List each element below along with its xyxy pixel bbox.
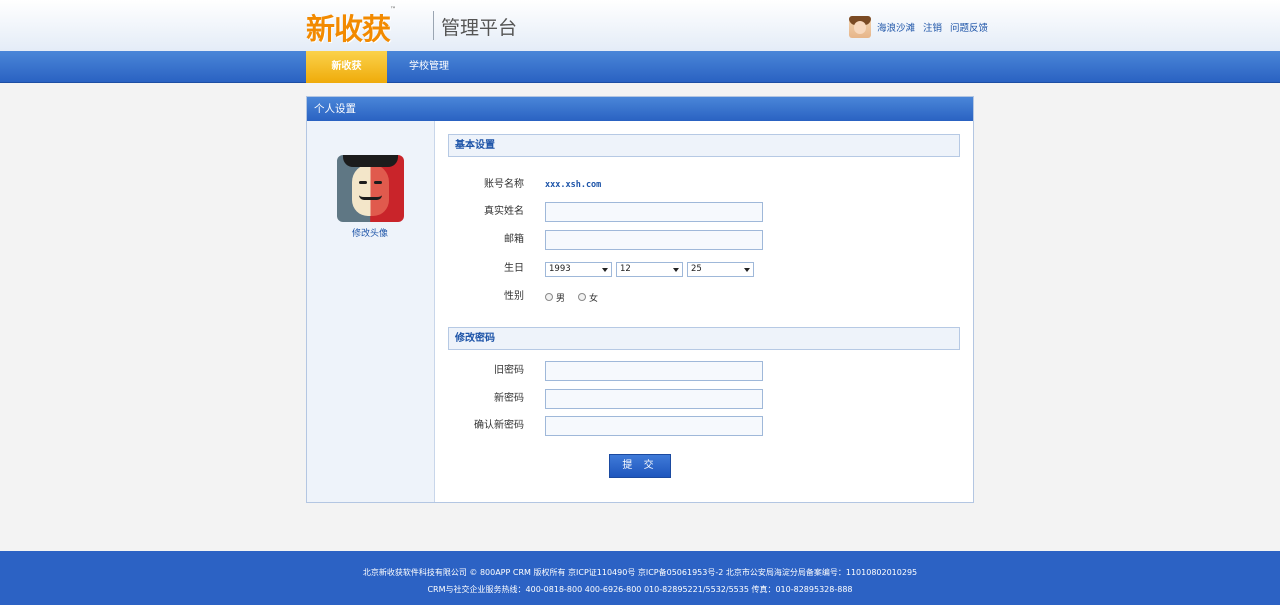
avatar-hat-shape — [343, 155, 398, 167]
birthday-day-select[interactable]: 25 — [687, 262, 754, 277]
chevron-down-icon — [744, 268, 750, 272]
new-password-row: 新密码 — [448, 388, 968, 410]
avatar-column: 修改头像 — [307, 121, 435, 502]
nav-item-school-management[interactable]: 学校管理 — [404, 51, 454, 83]
new-password-input[interactable] — [545, 389, 763, 409]
radio-female[interactable] — [578, 293, 586, 301]
account-label: 账号名称 — [484, 179, 524, 190]
account-value: xxx.xsh.com — [545, 180, 602, 190]
profile-avatar[interactable] — [337, 155, 404, 222]
gender-label: 性别 — [504, 291, 524, 302]
birthday-year-select[interactable]: 1993 — [545, 262, 612, 277]
user-area: 海浪沙滩 注销 问题反馈 — [849, 16, 996, 38]
change-avatar-link[interactable]: 修改头像 — [307, 226, 433, 239]
header-divider — [433, 11, 434, 40]
realname-row: 真实姓名 — [448, 201, 968, 223]
confirm-password-label: 确认新密码 — [474, 420, 524, 431]
chevron-down-icon — [673, 268, 679, 272]
footer-hotline: CRM与社交企业服务热线：400-0818-800 400-6926-800 0… — [427, 585, 853, 594]
top-header: 新收获™ 管理平台 海浪沙滩 注销 问题反馈 — [0, 0, 1280, 51]
submit-button[interactable]: 提 交 — [609, 454, 671, 478]
old-password-input[interactable] — [545, 361, 763, 381]
platform-title: 管理平台 — [441, 17, 518, 39]
birthday-month-select[interactable]: 12 — [616, 262, 683, 277]
gender-male-option[interactable]: 男 — [545, 286, 565, 308]
feedback-link[interactable]: 问题反馈 — [950, 20, 988, 34]
avatar-eye-shape — [374, 181, 382, 184]
avatar-eye-shape — [359, 181, 367, 184]
email-label: 邮箱 — [504, 234, 524, 245]
birthday-row: 生日 1993 12 25 — [448, 258, 968, 280]
logo-text: 新收获 — [306, 12, 391, 46]
basic-settings-header: 基本设置 — [448, 134, 960, 157]
realname-input[interactable] — [545, 202, 763, 222]
trademark-mark: ™ — [390, 6, 396, 13]
confirm-password-row: 确认新密码 — [448, 415, 968, 437]
realname-label: 真实姓名 — [484, 206, 524, 217]
email-input[interactable] — [545, 230, 763, 250]
new-password-label: 新密码 — [494, 393, 524, 404]
personal-settings-panel: 个人设置 修改头像 基本设置 账号名称 xxx.xsh.com 真实姓名 邮箱 … — [306, 96, 974, 503]
brand-logo[interactable]: 新收获™ — [306, 6, 396, 48]
footer-copyright: 北京新收获软件科技有限公司 © 800APP CRM 版权所有 京ICP证110… — [362, 568, 918, 577]
gender-female-label: 女 — [589, 293, 599, 304]
radio-male[interactable] — [545, 293, 553, 301]
avatar-mustache-shape — [359, 195, 382, 200]
gender-row: 性别 男 女 — [448, 286, 968, 308]
birthday-day-value: 25 — [691, 264, 702, 274]
password-section-header: 修改密码 — [448, 327, 960, 350]
avatar-face-shape — [854, 21, 866, 34]
old-password-label: 旧密码 — [494, 365, 524, 376]
birthday-label: 生日 — [504, 263, 524, 274]
birthday-year-value: 1993 — [549, 264, 571, 274]
old-password-row: 旧密码 — [448, 360, 968, 382]
panel-title: 个人设置 — [307, 97, 973, 121]
gender-female-option[interactable]: 女 — [578, 286, 598, 308]
username-link[interactable]: 海浪沙滩 — [877, 20, 915, 34]
user-links: 海浪沙滩 注销 问题反馈 — [877, 20, 996, 34]
birthday-month-value: 12 — [620, 264, 631, 274]
confirm-password-input[interactable] — [545, 416, 763, 436]
avatar-mask-shape — [352, 164, 389, 216]
chevron-down-icon — [602, 268, 608, 272]
main-nav: 新收获 学校管理 — [0, 51, 1280, 83]
nav-item-xinshouhuo[interactable]: 新收获 — [306, 51, 387, 83]
page-footer: 北京新收获软件科技有限公司 © 800APP CRM 版权所有 京ICP证110… — [0, 551, 1280, 605]
gender-male-label: 男 — [556, 293, 566, 304]
user-avatar[interactable] — [849, 16, 871, 38]
logout-link[interactable]: 注销 — [923, 20, 942, 34]
email-row: 邮箱 — [448, 229, 968, 251]
account-row: 账号名称 xxx.xsh.com — [448, 174, 968, 196]
